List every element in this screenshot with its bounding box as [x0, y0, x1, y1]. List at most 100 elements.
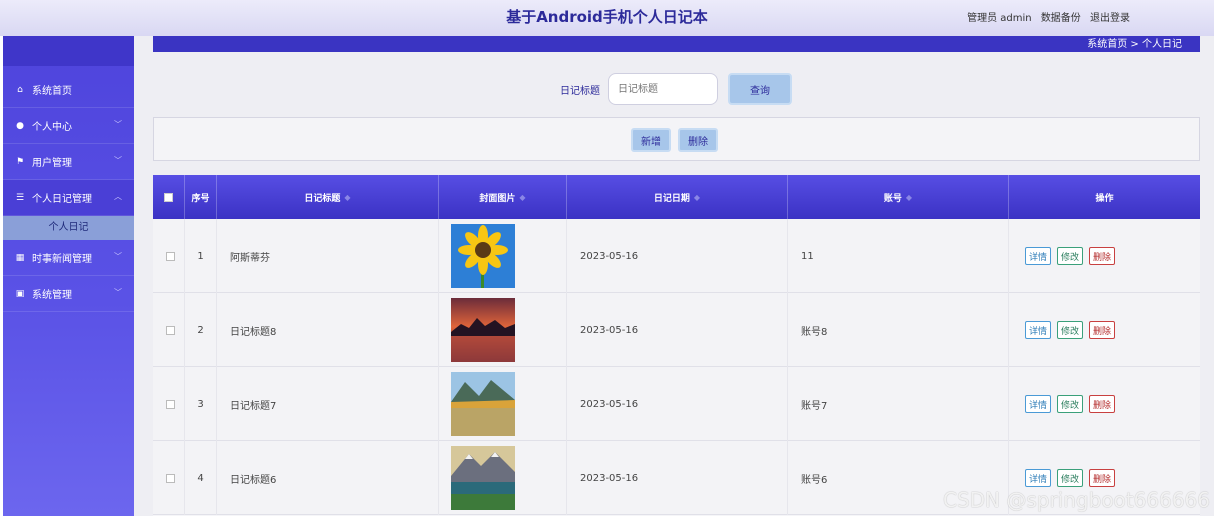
search-input[interactable] — [608, 73, 718, 105]
row-index: 4 — [185, 441, 217, 515]
chevron-down-icon: ﹀ — [114, 252, 122, 261]
main-content: 系统首页 > 个人日记 日记标题 查询 新增 删除 序号 日记标题◆ 封面图片◆ — [134, 36, 1214, 516]
breadcrumb-home[interactable]: 系统首页 — [1087, 39, 1127, 50]
backup-link[interactable]: 数据备份 — [1041, 13, 1081, 24]
row-checkbox[interactable] — [166, 399, 175, 409]
row-index: 1 — [185, 219, 217, 293]
detail-button[interactable]: 详情 — [1025, 247, 1052, 265]
mountain-lake-image — [451, 446, 515, 510]
admin-label: 管理员 admin — [967, 13, 1032, 24]
sidebar-item-system[interactable]: ▣ 系统管理 ﹀ — [3, 276, 134, 312]
breadcrumb-separator: > — [1130, 39, 1139, 50]
grid-icon: ▦ — [15, 252, 25, 263]
row-ops: 详情 修改 删除 — [1009, 367, 1200, 441]
top-header: 基于Android手机个人日记本 管理员 admin 数据备份 退出登录 — [0, 0, 1214, 36]
header-account[interactable]: 账号 ◆ — [788, 175, 1009, 219]
row-date: 2023-05-16 — [567, 219, 788, 293]
search-row: 日记标题 查询 — [134, 72, 1214, 106]
action-panel: 新增 删除 — [153, 117, 1200, 161]
table-header: 序号 日记标题 ◆ 封面图片 ◆ 日记日期 ◆ 账号 ◆ 操作 — [153, 175, 1200, 219]
row-cover — [439, 293, 567, 367]
breadcrumb-bar: 系统首页 > 个人日记 — [153, 36, 1200, 52]
header-title-label: 日记标题 — [304, 193, 341, 204]
row-checkbox[interactable] — [166, 473, 175, 483]
header-cover[interactable]: 封面图片 ◆ — [439, 175, 567, 219]
sidebar-item-diary[interactable]: ☰ 个人日记管理 ︿ — [3, 180, 134, 216]
sort-icon: ◆ — [905, 192, 913, 202]
sidebar-item-label: 时事新闻管理 — [32, 254, 92, 265]
sidebar-item-home[interactable]: ⌂ 系统首页 — [3, 72, 134, 108]
header-account-label: 账号 — [883, 193, 902, 204]
sidebar-subitem-diary[interactable]: 个人日记 — [3, 216, 134, 240]
header-ops: 操作 — [1009, 175, 1200, 219]
sunset-lake-image — [451, 298, 515, 362]
detail-button[interactable]: 详情 — [1025, 321, 1052, 339]
flag-icon: ⚑ — [15, 156, 25, 167]
row-date: 2023-05-16 — [567, 441, 788, 515]
autumn-lake-image — [451, 372, 515, 436]
header-index: 序号 — [185, 175, 217, 219]
delete-row-button[interactable]: 删除 — [1089, 395, 1116, 413]
row-index: 2 — [185, 293, 217, 367]
row-title: 日记标题8 — [217, 293, 439, 367]
clipboard-icon: ▣ — [15, 288, 25, 299]
sidebar-item-label: 系统首页 — [32, 86, 72, 97]
edit-button[interactable]: 修改 — [1057, 247, 1084, 265]
sidebar-item-label: 用户管理 — [32, 158, 72, 169]
header-title[interactable]: 日记标题 ◆ — [217, 175, 439, 219]
delete-row-button[interactable]: 删除 — [1089, 469, 1116, 487]
chevron-up-icon: ︿ — [114, 192, 122, 201]
logout-link[interactable]: 退出登录 — [1090, 13, 1130, 24]
user-icon: ● — [16, 120, 24, 131]
row-account: 11 — [788, 219, 1009, 293]
sidebar-item-label: 个人日记管理 — [32, 194, 92, 205]
delete-button[interactable]: 删除 — [678, 128, 718, 152]
sort-icon: ◆ — [344, 192, 351, 202]
header-date-label: 日记日期 — [653, 193, 690, 204]
table-row: 2 日记标题8 2023-05-16 账号8 详情 修改 删除 — [153, 293, 1200, 367]
delete-row-button[interactable]: 删除 — [1089, 321, 1116, 339]
breadcrumb: 系统首页 > 个人日记 — [1087, 35, 1182, 50]
row-title: 日记标题6 — [217, 441, 439, 515]
sidebar-item-users[interactable]: ⚑ 用户管理 ﹀ — [3, 144, 134, 180]
select-all-checkbox[interactable] — [164, 192, 173, 202]
header-cover-label: 封面图片 — [479, 193, 516, 204]
sidebar-item-label: 系统管理 — [32, 290, 72, 301]
table-row: 3 日记标题7 2023-05-16 账号7 详情 修改 删除 — [153, 367, 1200, 441]
row-cover — [439, 367, 567, 441]
chevron-down-icon: ﹀ — [114, 156, 122, 165]
row-cover — [439, 441, 567, 515]
edit-button[interactable]: 修改 — [1057, 321, 1084, 339]
row-cover — [439, 219, 567, 293]
search-button[interactable]: 查询 — [728, 73, 792, 105]
search-label: 日记标题 — [560, 86, 600, 97]
detail-button[interactable]: 详情 — [1025, 395, 1052, 413]
sidebar-item-news[interactable]: ▦ 时事新闻管理 ﹀ — [3, 240, 134, 276]
sunflower-image — [451, 224, 515, 288]
edit-button[interactable]: 修改 — [1057, 395, 1084, 413]
row-index: 3 — [185, 367, 217, 441]
table-row: 1 阿斯蒂芬 2023-05-16 11 详情 修改 删除 — [153, 219, 1200, 293]
row-ops: 详情 修改 删除 — [1009, 293, 1200, 367]
header-index-label: 序号 — [191, 193, 210, 204]
top-links: 管理员 admin 数据备份 退出登录 — [961, 9, 1130, 24]
sidebar-item-profile[interactable]: ● 个人中心 ﹀ — [3, 108, 134, 144]
header-date[interactable]: 日记日期 ◆ — [567, 175, 788, 219]
row-date: 2023-05-16 — [567, 367, 788, 441]
row-checkbox[interactable] — [166, 251, 175, 261]
row-select — [153, 219, 185, 293]
edit-button[interactable]: 修改 — [1057, 469, 1084, 487]
header-ops-label: 操作 — [1095, 193, 1114, 204]
sidebar-item-label: 个人中心 — [32, 122, 72, 133]
add-button[interactable]: 新增 — [631, 128, 671, 152]
row-title: 日记标题7 — [217, 367, 439, 441]
chevron-down-icon: ﹀ — [114, 120, 122, 129]
row-checkbox[interactable] — [166, 325, 175, 335]
detail-button[interactable]: 详情 — [1025, 469, 1052, 487]
sort-icon: ◆ — [693, 192, 701, 202]
sort-icon: ◆ — [519, 192, 526, 202]
row-title: 阿斯蒂芬 — [217, 219, 439, 293]
delete-row-button[interactable]: 删除 — [1089, 247, 1116, 265]
row-select — [153, 367, 185, 441]
header-select — [153, 175, 185, 219]
